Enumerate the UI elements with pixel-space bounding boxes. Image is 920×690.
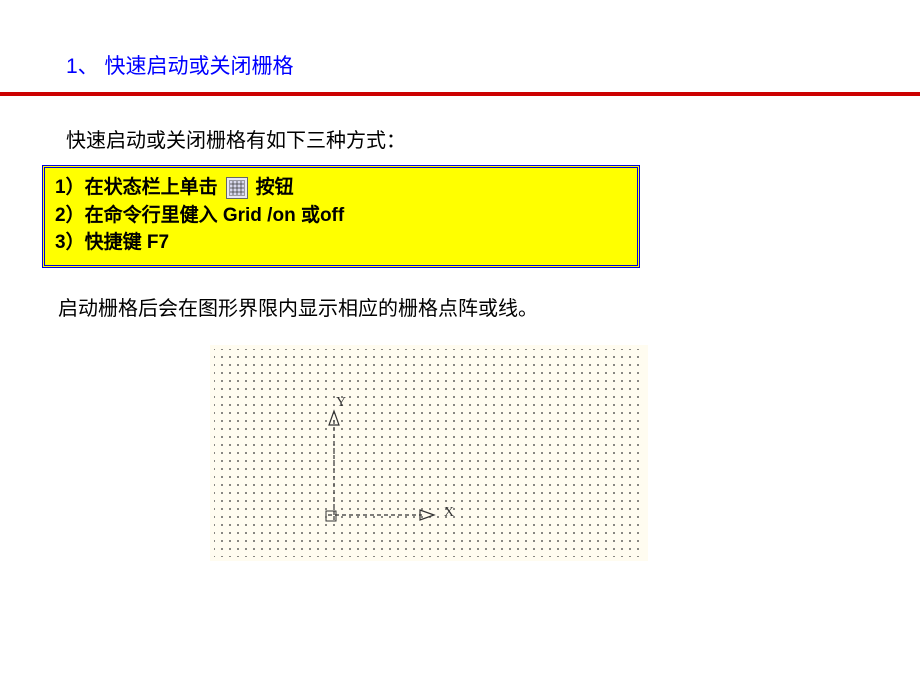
- method-line-2: 2）在命令行里健入 Grid /on 或off: [55, 202, 627, 230]
- xy-axis: [210, 345, 648, 561]
- grid-figure: Y X: [210, 345, 648, 561]
- method-line-1: 1）在状态栏上单击 按钮: [55, 174, 627, 202]
- method-1-post: 按钮: [256, 174, 294, 202]
- axis-y-label: Y: [336, 395, 346, 411]
- method-1-pre: 1）在状态栏上单击: [55, 174, 218, 202]
- method-line-3: 3）快捷键 F7: [55, 229, 627, 257]
- grid-button-icon: [226, 177, 248, 199]
- after-text: 启动栅格后会在图形界限内显示相应的栅格点阵或线。: [0, 268, 920, 321]
- methods-box: 1）在状态栏上单击 按钮 2）在命令行里健入 Grid /on 或off 3）快…: [42, 165, 640, 268]
- section-heading: 1、 快速启动或关闭栅格: [0, 0, 920, 92]
- intro-text: 快速启动或关闭栅格有如下三种方式：: [0, 96, 920, 159]
- axis-x-label: X: [444, 505, 454, 521]
